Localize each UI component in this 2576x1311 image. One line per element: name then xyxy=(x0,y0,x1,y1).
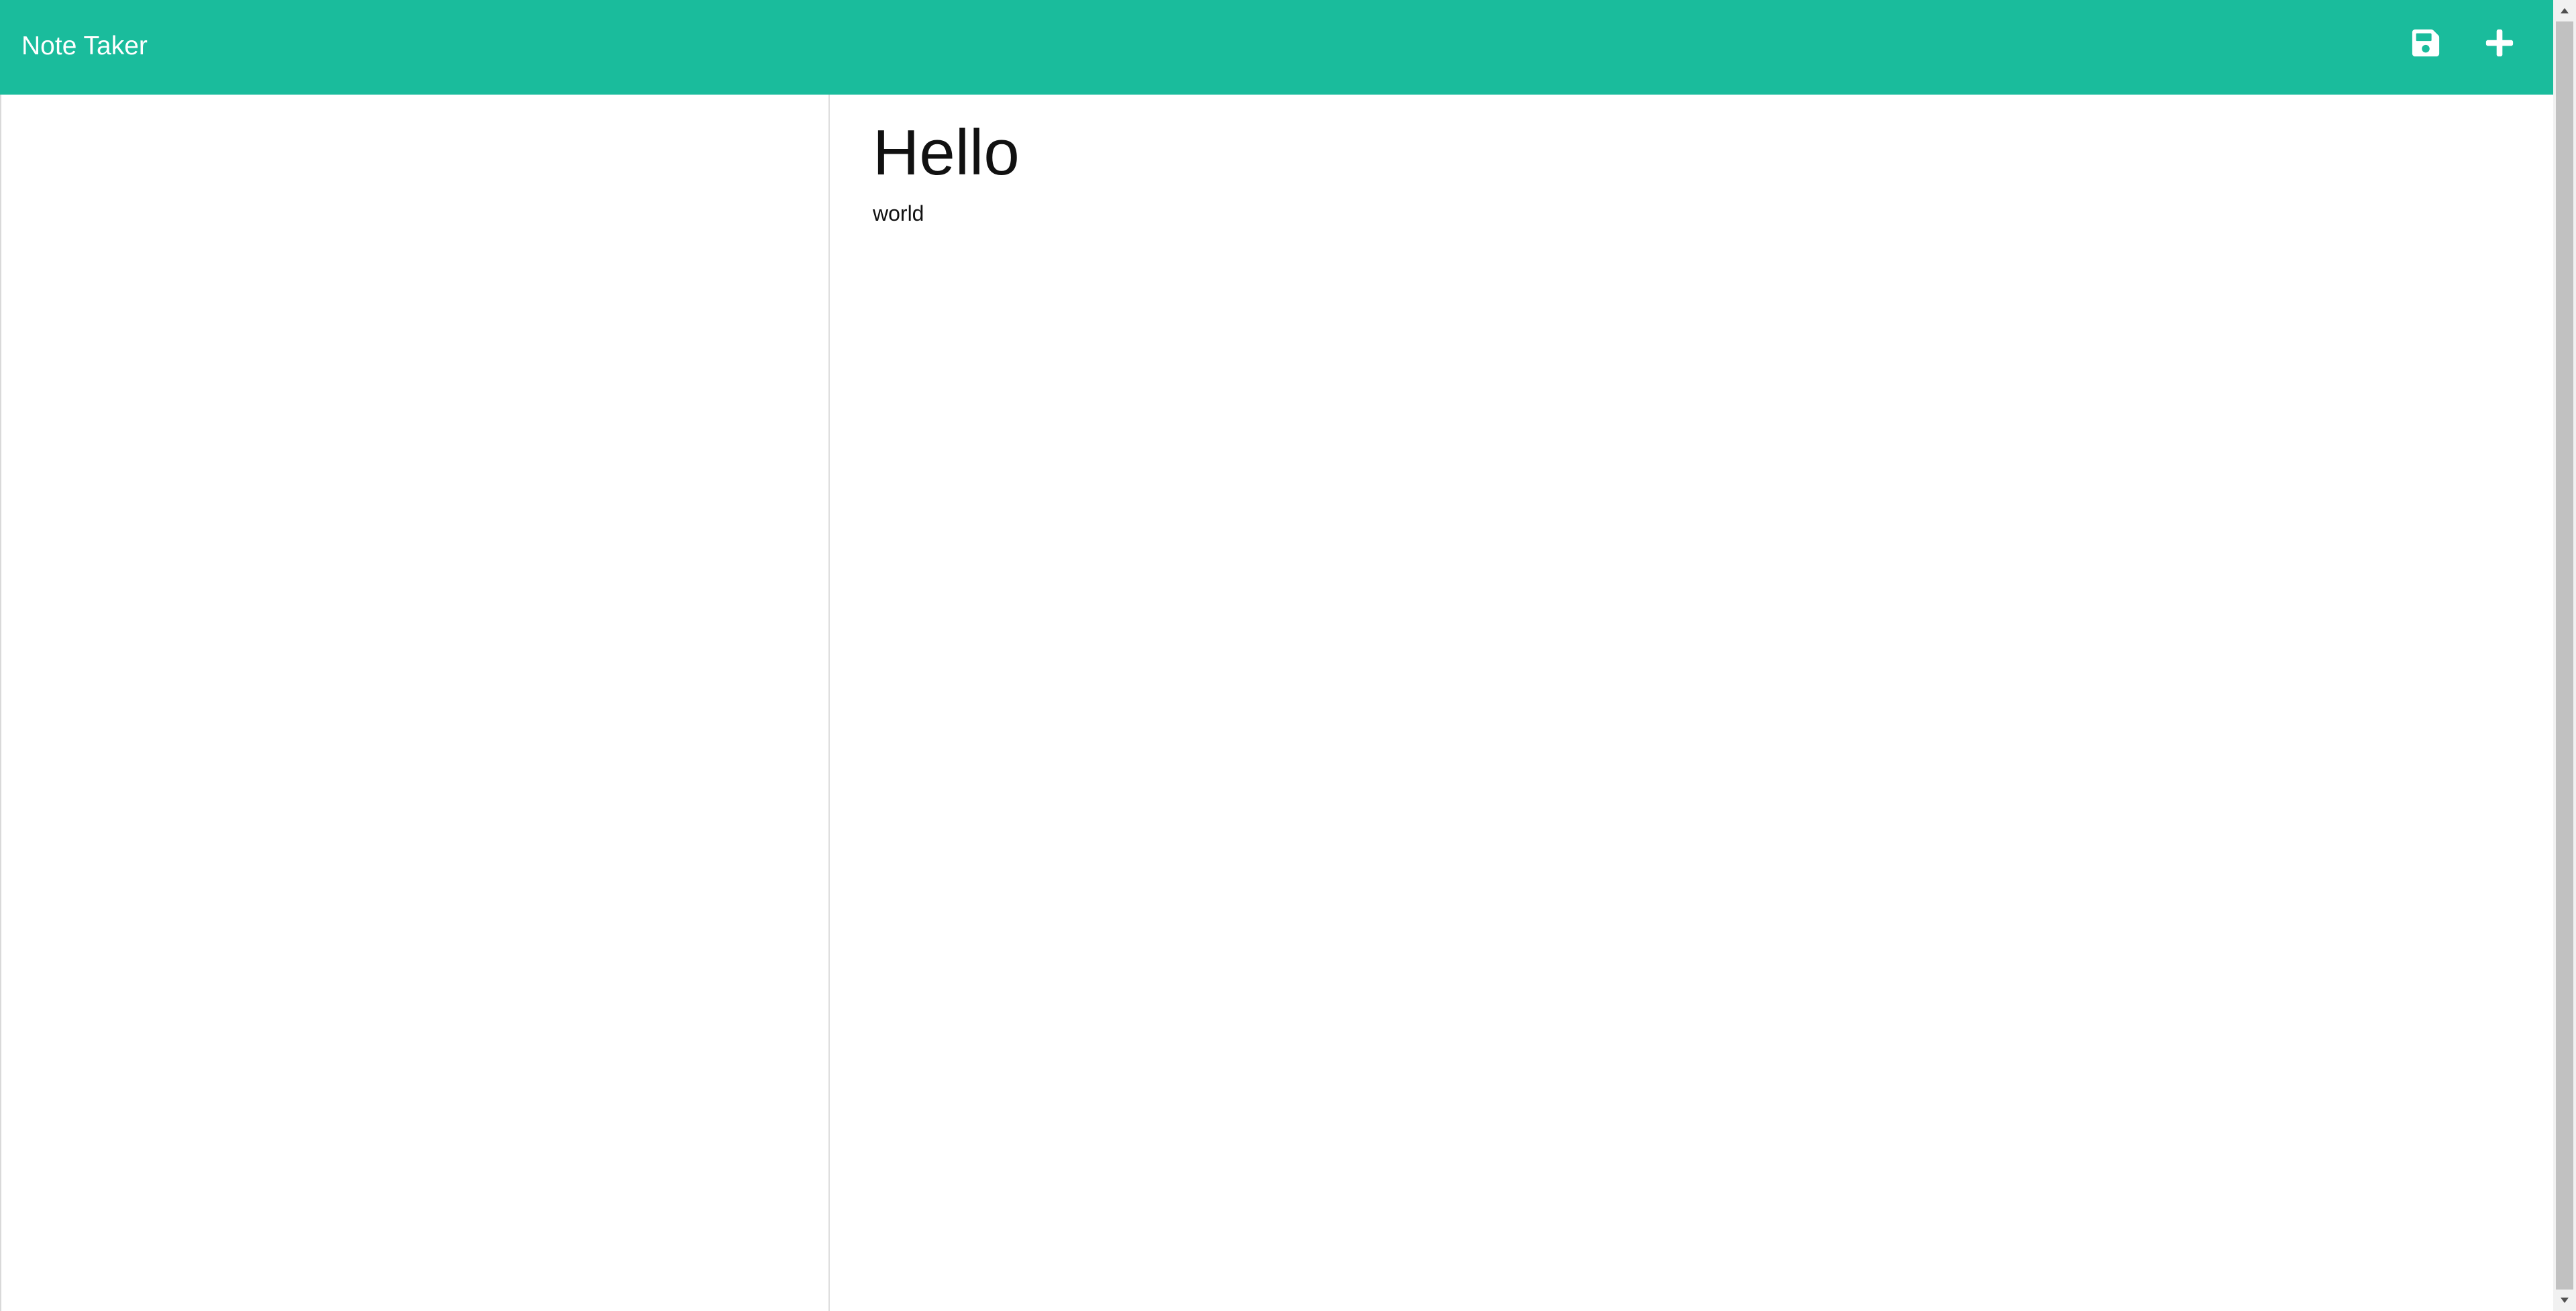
scroll-down-arrow[interactable] xyxy=(2553,1290,2576,1311)
vertical-scrollbar[interactable] xyxy=(2553,0,2576,1311)
plus-icon xyxy=(2485,29,2514,57)
navbar: Note Taker xyxy=(0,0,2553,95)
save-icon xyxy=(2412,29,2440,57)
note-title-input[interactable] xyxy=(873,109,2483,197)
new-note-button[interactable] xyxy=(2483,27,2516,59)
notes-sidebar xyxy=(0,95,830,1311)
note-editor: world xyxy=(830,95,2553,1311)
note-text-area[interactable]: world xyxy=(873,199,2483,1205)
arrow-up-icon xyxy=(2561,8,2569,13)
brand-title[interactable]: Note Taker xyxy=(21,31,148,62)
scroll-up-arrow[interactable] xyxy=(2553,0,2576,21)
scroll-thumb[interactable] xyxy=(2556,21,2573,1290)
nav-actions xyxy=(2410,27,2516,59)
arrow-down-icon xyxy=(2561,1298,2569,1303)
note-taker-app: Note Taker world xyxy=(0,0,2576,1311)
save-note-button[interactable] xyxy=(2410,27,2442,59)
